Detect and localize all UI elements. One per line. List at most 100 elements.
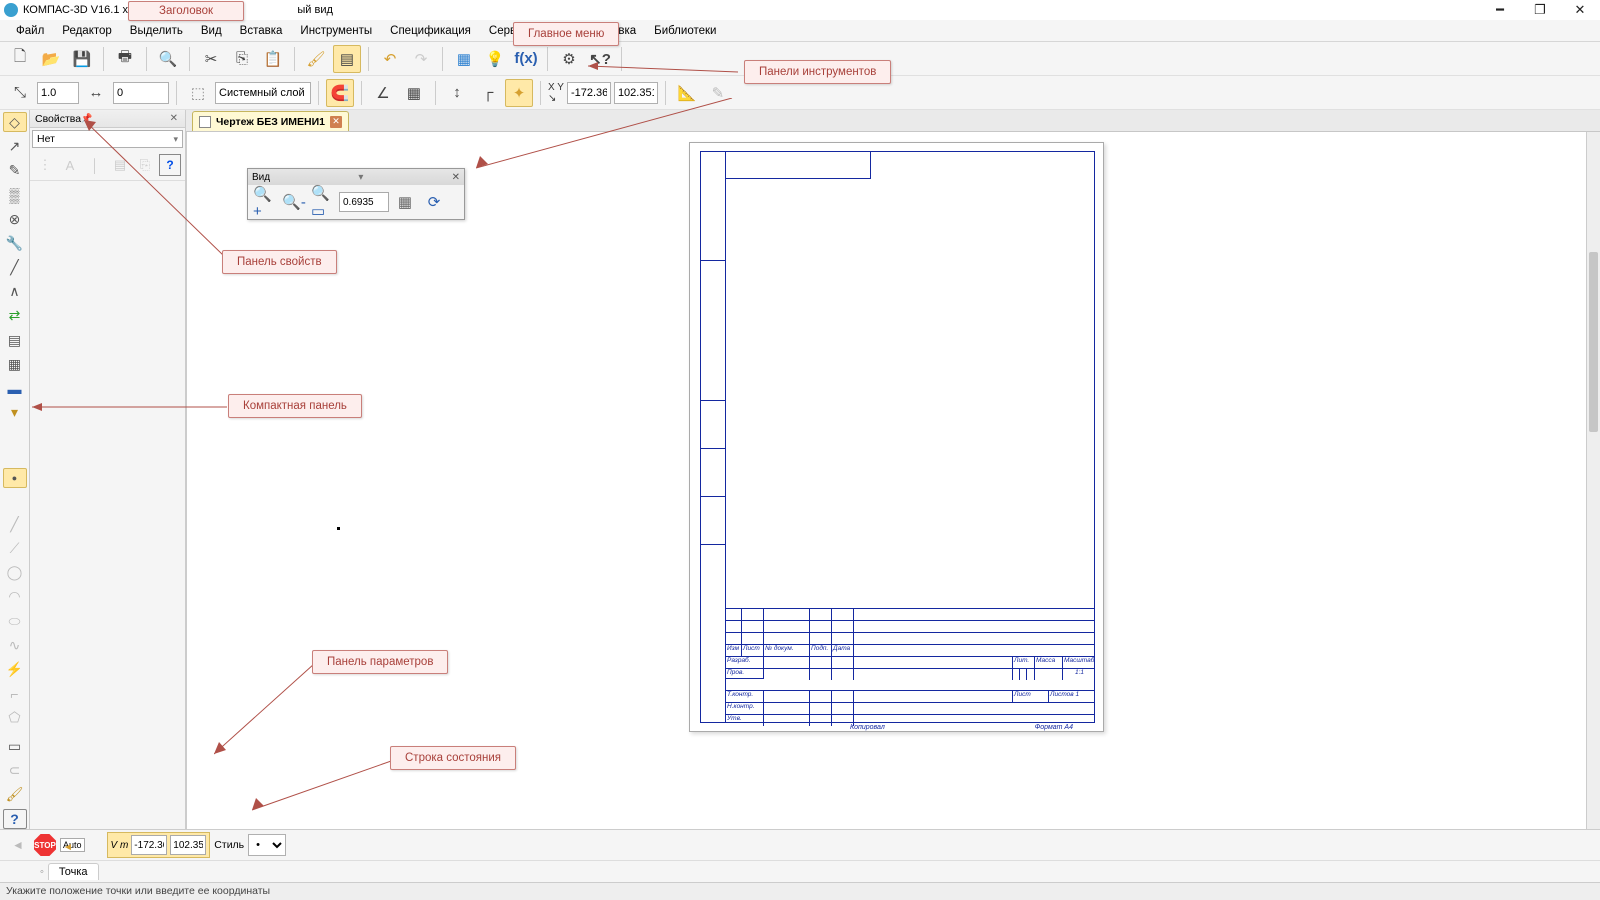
save-icon[interactable]: 💾 — [68, 45, 96, 73]
manager-icon[interactable]: ⚙ — [555, 45, 583, 73]
step-input[interactable] — [113, 82, 169, 104]
spec-icon[interactable]: ⇄ — [3, 306, 27, 326]
compact-panel: ◇ ↗ ✎ ▒ ⊗ 🔧 ╱ ∧ ⇄ ▤ ▦ ▬ ▾ ● ╱ ⟋ ◯ ◠ ⬭ ∿ … — [0, 110, 30, 829]
rect-tool-icon[interactable]: ⌐ — [3, 684, 27, 704]
copy-icon[interactable]: ⎘ — [228, 45, 256, 73]
zoom-input[interactable] — [339, 192, 389, 212]
format-painter-icon[interactable]: 🖌 — [302, 45, 330, 73]
app-icon — [4, 3, 18, 17]
library-manager-icon[interactable]: ▦ — [450, 45, 478, 73]
style-select[interactable]: • — [248, 834, 286, 856]
menu-spec[interactable]: Спецификация — [382, 22, 479, 40]
rect-select-icon[interactable]: ▭ — [3, 736, 27, 756]
print-icon[interactable]: 🖶 — [111, 45, 139, 73]
ellipse-tool-icon[interactable]: ⬭ — [3, 611, 27, 631]
layer-icon[interactable]: ⬚ — [184, 79, 212, 107]
coord-group: V т — [107, 832, 211, 858]
layer-select[interactable] — [215, 82, 311, 104]
views-icon[interactable]: ▬ — [3, 379, 27, 399]
view-close-icon[interactable]: ✕ — [452, 172, 460, 183]
fx-icon[interactable]: f(x) — [512, 45, 540, 73]
properties-toggle-icon[interactable]: ▤ — [333, 45, 361, 73]
maximize-button[interactable]: ❐ — [1520, 0, 1560, 20]
param-y[interactable] — [170, 835, 206, 855]
refresh-icon[interactable]: ⟳ — [421, 189, 447, 215]
paste-icon[interactable]: 📋 — [259, 45, 287, 73]
variables-icon[interactable]: 💡 — [481, 45, 509, 73]
status-bar: Укажите положение точки или введите ее к… — [0, 882, 1600, 900]
menu-tools[interactable]: Инструменты — [292, 22, 380, 40]
brush-icon[interactable]: 🖌 — [3, 785, 27, 805]
parameter-bar: ◄ STOP Auto V т Стиль • — [0, 830, 1600, 860]
parametrization-icon[interactable]: ⊗ — [3, 209, 27, 229]
open-icon[interactable]: 📂 — [37, 45, 65, 73]
snap-step-icon[interactable]: ⤡ — [6, 79, 34, 107]
scale-input[interactable] — [37, 82, 79, 104]
minimize-button[interactable]: ━ — [1480, 0, 1520, 20]
cut-icon[interactable]: ✂ — [197, 45, 225, 73]
zoom-out-icon[interactable]: 🔍- — [281, 189, 307, 215]
step-icon[interactable]: ↔ — [82, 79, 110, 107]
geometry-icon[interactable]: ◇ — [3, 112, 27, 132]
redo-icon[interactable]: ↷ — [407, 45, 435, 73]
title-suffix: ый вид — [297, 4, 333, 16]
new-icon[interactable]: 🗋 — [6, 45, 34, 73]
ortho-icon[interactable]: ∠ — [369, 79, 397, 107]
edit-icon[interactable]: ▒ — [3, 185, 27, 205]
tab-point[interactable]: Точка — [48, 863, 99, 880]
menu-select[interactable]: Выделить — [122, 22, 191, 40]
bezier-tool-icon[interactable]: ⚡ — [3, 659, 27, 679]
view-toolbar-title[interactable]: Вид ▾ ✕ — [248, 169, 464, 185]
properties-title: Свойства — [35, 113, 81, 125]
help-icon[interactable]: ? — [3, 809, 27, 829]
insert-icon[interactable]: ▦ — [3, 354, 27, 374]
cursor-point — [337, 527, 340, 530]
menu-view[interactable]: Вид — [193, 22, 230, 40]
zoom-in-icon[interactable]: 🔍+ — [252, 189, 278, 215]
stop-button[interactable]: STOP — [34, 834, 56, 856]
magnet-icon[interactable]: 🧲 — [326, 79, 354, 107]
zoom-window-icon[interactable]: 🔍▭ — [310, 189, 336, 215]
measure2d-icon[interactable]: 🔧 — [3, 233, 27, 253]
annotations-icon[interactable]: ✎ — [3, 160, 27, 180]
grid-icon[interactable]: ▦ — [400, 79, 428, 107]
view-toolbar[interactable]: Вид ▾ ✕ 🔍+ 🔍- 🔍▭ ▦ ⟳ — [247, 168, 465, 220]
select-icon[interactable]: ╱ — [3, 257, 27, 277]
param-tabs: ◦ Точка — [0, 860, 1600, 882]
callout-menu: Главное меню — [513, 22, 619, 46]
preview-icon[interactable]: 🔍 — [154, 45, 182, 73]
mt-text-icon: A — [59, 154, 81, 176]
reports-icon[interactable]: ▤ — [3, 330, 27, 350]
param-x[interactable] — [131, 835, 167, 855]
assoc-icon[interactable]: ∧ — [3, 282, 27, 302]
arc-tool-icon[interactable]: ◠ — [3, 587, 27, 607]
menu-libs[interactable]: Библиотеки — [646, 22, 724, 40]
circle-tool-icon[interactable]: ◯ — [3, 562, 27, 582]
local-cs-icon[interactable]: ↕ — [443, 79, 471, 107]
menu-edit[interactable]: Редактор — [54, 22, 120, 40]
more-icon[interactable]: ▾ — [3, 403, 27, 423]
main-menu: Файл Редактор Выделить Вид Вставка Инстр… — [0, 20, 1600, 42]
aux-line-icon[interactable]: ⟋ — [3, 538, 27, 558]
menu-file[interactable]: Файл — [8, 22, 52, 40]
vertical-scrollbar[interactable] — [1586, 132, 1600, 829]
menu-insert[interactable]: Вставка — [232, 22, 291, 40]
undo-icon[interactable]: ↶ — [376, 45, 404, 73]
tab-close-icon[interactable]: ✕ — [330, 116, 342, 128]
free-icon[interactable]: ⊂ — [3, 760, 27, 780]
tab-marker: ◦ — [40, 866, 44, 878]
line-tool-icon[interactable]: ╱ — [3, 514, 27, 534]
close-button[interactable]: ✕ — [1560, 0, 1600, 20]
auto-create-button[interactable]: Auto — [60, 838, 85, 852]
polygon-tool-icon[interactable]: ⬠ — [3, 708, 27, 728]
format-label: Формат А4 — [1035, 724, 1073, 731]
style-label: Стиль — [214, 839, 244, 851]
titlebar: КОМПАС-3D V16.1 x64 - Ч Заголовок ый вид… — [0, 0, 1600, 20]
spline-tool-icon[interactable]: ∿ — [3, 635, 27, 655]
view-dd-icon[interactable]: ▾ — [358, 172, 363, 183]
drawing-canvas[interactable]: Вид ▾ ✕ 🔍+ 🔍- 🔍▭ ▦ ⟳ — [186, 132, 1600, 829]
point-tool-icon[interactable]: ● — [3, 468, 27, 488]
dimensions-icon[interactable]: ↗ — [3, 136, 27, 156]
prev-icon[interactable]: ◄ — [6, 833, 30, 857]
pan-icon[interactable]: ▦ — [392, 189, 418, 215]
